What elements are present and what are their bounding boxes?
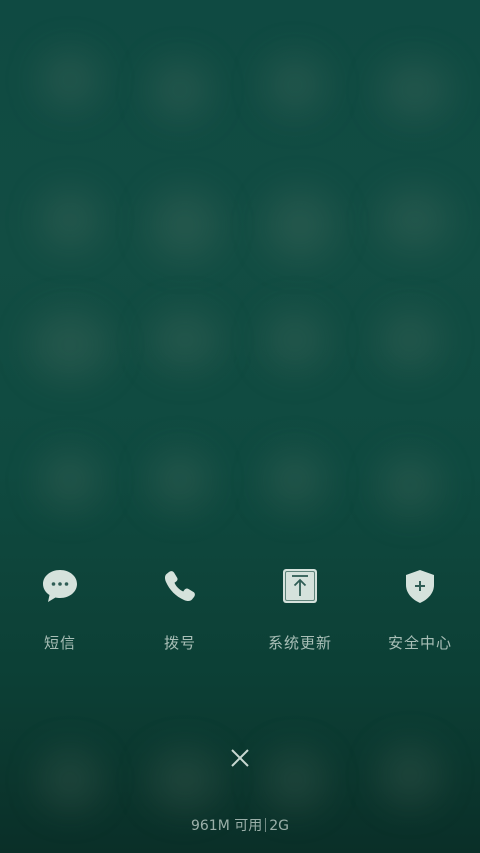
recent-app-label: 拨号 xyxy=(163,634,196,652)
recent-app-security-center[interactable]: 安全中心 xyxy=(360,560,480,660)
recent-app-label: 安全中心 xyxy=(387,634,452,652)
phone-icon xyxy=(164,571,195,602)
message-icon xyxy=(43,570,77,602)
memory-status: 961M 可用 2G xyxy=(0,815,480,835)
recent-app-dialer[interactable]: 拨号 xyxy=(120,560,240,660)
blurred-home-screen-background xyxy=(0,0,480,853)
clear-all-button[interactable] xyxy=(225,743,255,773)
recent-apps-row: 短信 拨号 系统更新 安全中心 xyxy=(0,560,480,660)
close-icon xyxy=(231,749,249,767)
recent-app-label: 系统更新 xyxy=(267,634,332,652)
memory-available: 961M 可用 xyxy=(190,818,263,834)
recent-app-label: 短信 xyxy=(43,634,76,652)
memory-total: 2G xyxy=(269,818,290,834)
memory-divider xyxy=(265,818,267,832)
recent-app-messages[interactable]: 短信 xyxy=(0,560,120,660)
system-update-icon xyxy=(283,569,317,603)
security-shield-icon xyxy=(406,570,434,603)
recent-app-system-update[interactable]: 系统更新 xyxy=(240,560,360,660)
